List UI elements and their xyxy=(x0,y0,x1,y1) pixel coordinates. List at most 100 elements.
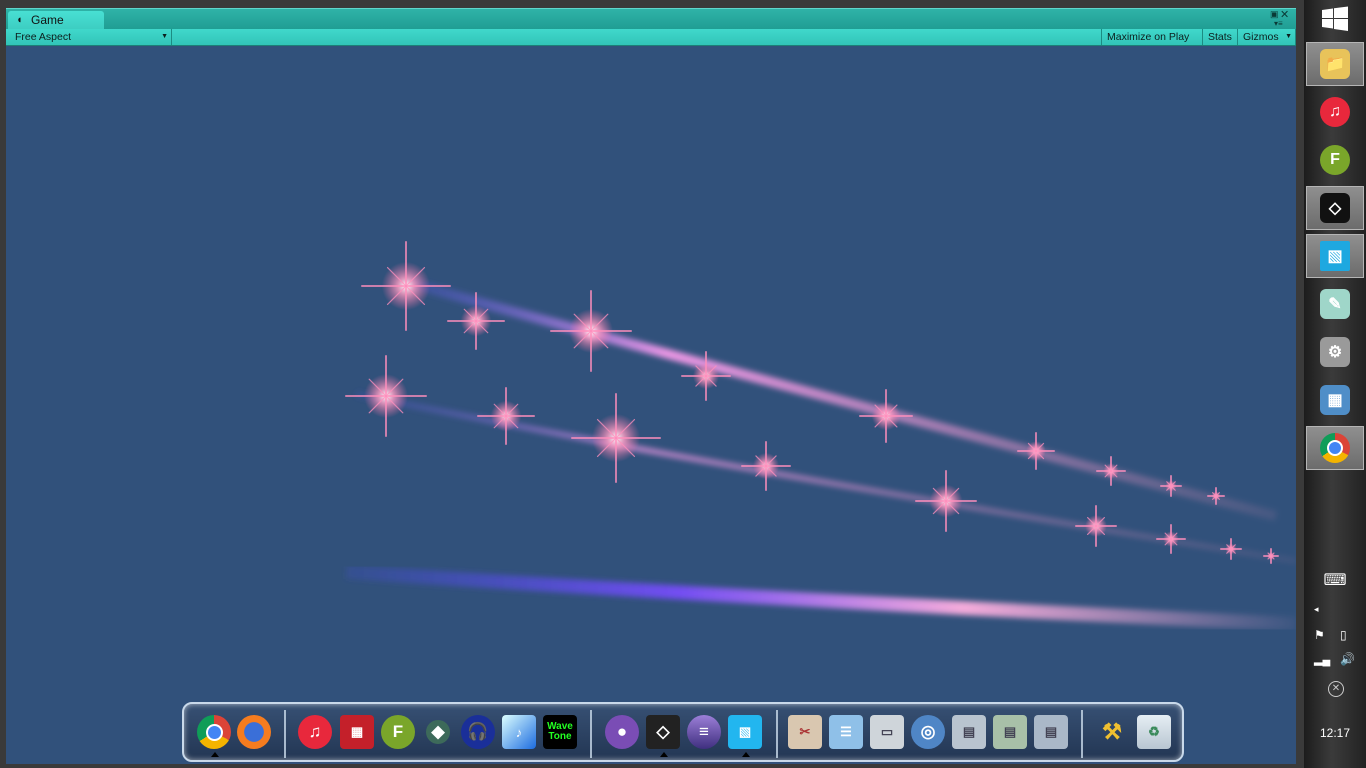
tools-icon: ⚒ xyxy=(1102,719,1122,744)
dock-separator xyxy=(1081,710,1083,758)
chrome-icon xyxy=(197,715,231,749)
network-settings-icon: ☰ xyxy=(829,715,863,749)
running-indicator xyxy=(742,752,750,757)
maximize-on-play-toggle[interactable]: Maximize on Play xyxy=(1101,29,1203,45)
running-indicator xyxy=(211,752,219,757)
flag-icon[interactable]: ⚑ xyxy=(1314,628,1325,642)
globe-icon: ◎ xyxy=(911,715,945,749)
taskbar-fl-studio[interactable]: F xyxy=(1306,138,1364,182)
wavetone-label: Wave Tone xyxy=(547,721,573,742)
game-viewport[interactable] xyxy=(6,46,1296,764)
fl-studio-icon: F xyxy=(381,715,415,749)
chevron-left-icon[interactable]: ◂ xyxy=(1314,604,1319,615)
monitor-app-icon: ▦ xyxy=(340,715,374,749)
particle-effect xyxy=(345,241,1296,631)
windows-start-icon[interactable] xyxy=(1320,6,1350,32)
dock-monitor-app[interactable]: ▦ xyxy=(339,714,375,750)
audacity-icon: 🎧 xyxy=(461,715,495,749)
battery-icon[interactable]: ▯ xyxy=(1340,628,1347,642)
dock-audacity[interactable]: 🎧 xyxy=(460,714,496,750)
calculator-icon: ▦ xyxy=(1320,385,1350,415)
unity-icon: ◇ xyxy=(646,715,680,749)
dock-system-tools[interactable]: ⚒ xyxy=(1094,714,1130,750)
taskbar-calculator[interactable]: ▦ xyxy=(1306,378,1364,422)
dock-network-settings[interactable]: ☰ xyxy=(828,714,864,750)
image-viewer-icon: ▧ xyxy=(1320,241,1350,271)
game-controller-icon: ⚙ xyxy=(1320,337,1350,367)
dock-file-tools[interactable]: ✂ xyxy=(787,714,823,750)
tab-game[interactable]: ◖ Game xyxy=(8,11,104,30)
dock-firefox[interactable] xyxy=(236,714,272,750)
dock-github[interactable]: ● xyxy=(604,714,640,750)
gizmos-label: Gizmos xyxy=(1243,31,1279,43)
taskbar-chrome[interactable] xyxy=(1306,426,1364,470)
dock-computer[interactable]: ▭ xyxy=(869,714,905,750)
krita-icon: ◆ xyxy=(426,720,450,744)
itunes-icon: ♫ xyxy=(1320,97,1350,127)
taskbar-itunes[interactable]: ♫ xyxy=(1306,90,1364,134)
image-viewer-icon: ▧ xyxy=(728,715,762,749)
dock-fl-studio[interactable]: F xyxy=(380,714,416,750)
stats-toggle[interactable]: Stats xyxy=(1203,29,1238,45)
itunes-icon: ♫ xyxy=(298,715,332,749)
taskbar-clock[interactable]: 12:17 xyxy=(1304,726,1366,740)
folder-open-icon: ▤ xyxy=(993,715,1027,749)
running-indicator xyxy=(660,752,668,757)
documents-icon: ▤ xyxy=(1034,715,1068,749)
taskbar-file-explorer[interactable]: 📁 xyxy=(1306,42,1364,86)
taskbar: 📁 ♫ F ◇ ▧ ✎ ⚙ ▦ ⌨ ◂ ⚑ ▯ ▂▄ 🔊 ✕ 12:17 xyxy=(1304,0,1366,768)
chrome-icon xyxy=(1320,433,1350,463)
dock-chrome[interactable] xyxy=(196,714,232,757)
taskbar-game-controller[interactable]: ⚙ xyxy=(1306,330,1364,374)
tab-controls: ▣ ✕ ▾≡ xyxy=(1268,9,1290,30)
aspect-dropdown[interactable]: Free Aspect ▼ xyxy=(10,29,172,45)
dock-image-viewer[interactable]: ▧ xyxy=(727,714,763,757)
unity-icon: ◇ xyxy=(1320,193,1350,223)
tab-bar: ◖ Game ▣ ✕ ▾≡ xyxy=(6,8,1296,30)
dock-separator xyxy=(284,710,286,758)
dock-eclipse[interactable]: ≡ xyxy=(686,714,722,750)
dock-documents[interactable]: ▤ xyxy=(1033,714,1069,750)
game-toolbar: Free Aspect ▼ Maximize on Play Stats Giz… xyxy=(6,29,1296,46)
unity-editor-window: ◖ Game ▣ ✕ ▾≡ Free Aspect ▼ Maximize on … xyxy=(0,0,1304,768)
chevron-down-icon: ▼ xyxy=(161,33,168,40)
dock-wavetone[interactable]: Wave Tone xyxy=(542,714,578,750)
dock-internet[interactable]: ◎ xyxy=(910,714,946,750)
computer-icon: ▭ xyxy=(870,715,904,749)
gizmos-dropdown[interactable]: Gizmos ▼ xyxy=(1238,29,1296,45)
tab-game-label: Game xyxy=(31,13,64,27)
dock-folder[interactable]: ▤ xyxy=(951,714,987,750)
signal-icon[interactable]: ▂▄ xyxy=(1314,653,1330,666)
recycle-bin-icon: ♻ xyxy=(1137,715,1171,749)
dock-folder-open[interactable]: ▤ xyxy=(992,714,1028,750)
volume-icon[interactable]: 🔊 xyxy=(1340,652,1355,666)
game-tab-icon: ◖ xyxy=(16,14,23,26)
music-visualizer-icon: ♪ xyxy=(502,715,536,749)
app-dock: ♫ ▦ F ◆ 🎧 ♪ Wave Tone ● ◇ ≡ ▧ ✂ ☰ ▭ ◎ ▤ … xyxy=(182,702,1184,762)
dock-separator xyxy=(776,710,778,758)
close-circle-icon[interactable]: ✕ xyxy=(1328,681,1344,697)
dock-itunes[interactable]: ♫ xyxy=(297,714,333,750)
taskbar-notepad[interactable]: ✎ xyxy=(1306,282,1364,326)
maximize-on-play-label: Maximize on Play xyxy=(1107,31,1190,43)
chevron-down-icon: ▼ xyxy=(1285,33,1292,40)
file-explorer-icon: 📁 xyxy=(1320,49,1350,79)
taskbar-image-viewer[interactable]: ▧ xyxy=(1306,234,1364,278)
notepad-icon: ✎ xyxy=(1320,289,1350,319)
dock-krita[interactable]: ◆ xyxy=(420,714,456,750)
menu-icon[interactable]: ▾≡ xyxy=(1274,19,1283,28)
wavetone-icon: Wave Tone xyxy=(543,715,577,749)
stats-label: Stats xyxy=(1208,31,1232,43)
eclipse-icon: ≡ xyxy=(687,715,721,749)
dock-unity[interactable]: ◇ xyxy=(645,714,681,757)
file-tools-icon: ✂ xyxy=(788,715,822,749)
dock-recycle-bin[interactable]: ♻ xyxy=(1136,714,1172,750)
dock-separator xyxy=(590,710,592,758)
folder-icon: ▤ xyxy=(952,715,986,749)
dock-music-visualizer[interactable]: ♪ xyxy=(501,714,537,750)
fl-studio-icon: F xyxy=(1320,145,1350,175)
firefox-icon xyxy=(237,715,271,749)
keyboard-icon[interactable]: ⌨ xyxy=(1320,570,1350,589)
taskbar-unity[interactable]: ◇ xyxy=(1306,186,1364,230)
github-icon: ● xyxy=(605,715,639,749)
